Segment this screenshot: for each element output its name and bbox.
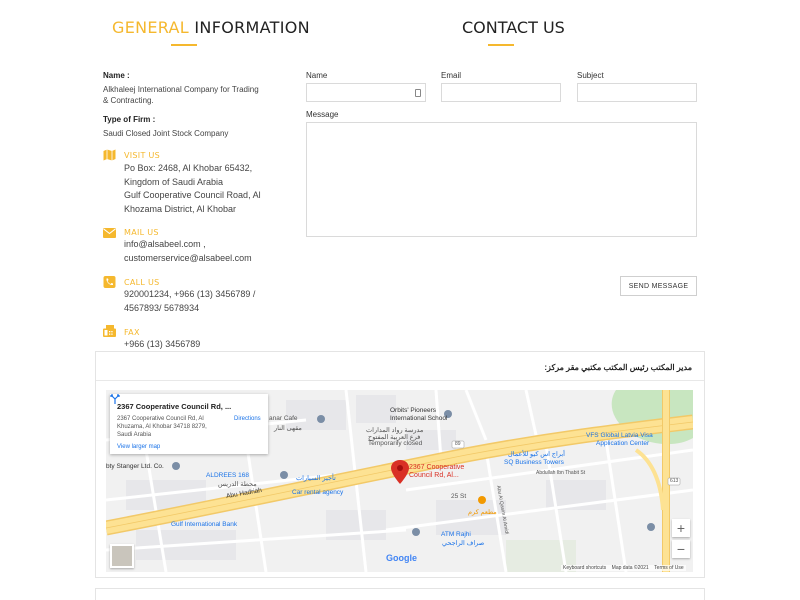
map-label: مطعم كرم (468, 509, 497, 516)
contact-title-underline (488, 44, 514, 46)
map-icon (103, 149, 116, 161)
subject-input[interactable] (577, 83, 697, 102)
map-label: ATM Rajhi (441, 531, 471, 538)
name-field-label: Name (306, 71, 328, 80)
address-line: Kingdom of Saudi Arabia (124, 176, 224, 187)
mail-us-emails: info@alsabeel.com , customerservice@alsa… (124, 238, 252, 265)
title-rest: INFORMATION (194, 18, 310, 37)
visit-us-heading: VISIT US (124, 151, 161, 160)
map-label: ALDREES 168 (206, 472, 249, 479)
map-label: صراف الراجحي (442, 540, 485, 547)
call-us-heading: CALL US (124, 278, 160, 287)
marker-label-line: 2367 Cooperative (409, 464, 465, 471)
title-accent: GENERAL (112, 18, 190, 37)
marker-label: 2367 Cooperative Council Rd, Al... (409, 464, 464, 480)
terms-link[interactable]: Terms of Use (654, 565, 683, 571)
email-field-label: Email (441, 71, 462, 80)
message-field-label: Message (306, 110, 339, 119)
firm-type-label: Type of Firm : (103, 115, 156, 124)
map-data-text: Map data ©2021 (611, 565, 649, 571)
email-line: customerservice@alsabeel.com (124, 252, 252, 263)
map-label: SQ Business Towers (504, 459, 564, 466)
address-line: Po Box: 2468, Al Khobar 65432, (124, 163, 253, 173)
map-card-divider (96, 380, 704, 381)
map-label: Gulf International Bank (171, 521, 238, 528)
view-larger-map-link[interactable]: View larger map (117, 444, 160, 450)
map-label: Orbits' Pioneers (390, 407, 437, 414)
general-title-underline (171, 44, 197, 46)
general-information-title: GENERAL INFORMATION (112, 18, 310, 37)
company-name-line1: Alkhaleej International Company for Trad… (103, 85, 259, 94)
map-label: أبراج اس كيو للأعمال (508, 451, 565, 458)
map-label: bty Stanger Ltd. Co. (106, 463, 164, 470)
map-attribution: Keyboard shortcuts Map data ©2021 Terms … (561, 565, 686, 571)
google-logo-text: Google (386, 553, 417, 563)
place-info-card: 2367 Cooperative Council Rd, ... 2367 Co… (110, 394, 268, 454)
envelope-icon (103, 228, 116, 238)
google-logo: Google (386, 553, 417, 563)
contact-us-title: CONTACT US (462, 18, 565, 37)
map-label: International School (390, 415, 448, 422)
map-label: anar Cafe (269, 415, 298, 422)
address-line: Khozama District, Al Khobar (124, 203, 237, 214)
call-us-numbers: 920001234, +966 (13) 3456789 / 4567893/ … (124, 288, 255, 315)
map-label: Temporarily closed (368, 440, 423, 447)
email-input[interactable] (441, 83, 561, 102)
next-section-card (95, 588, 705, 600)
route-shield-label: 89 (455, 441, 461, 447)
visit-us-address: Po Box: 2468, Al Khobar 65432, Kingdom o… (124, 162, 261, 216)
subject-field-label: Subject (577, 71, 604, 80)
fax-icon (103, 325, 116, 337)
satellite-toggle[interactable] (110, 544, 134, 568)
embedded-map[interactable]: 2367 Cooperative Council Rd, ... 2367 Co… (106, 390, 693, 572)
message-textarea[interactable] (306, 122, 697, 237)
zoom-out-button[interactable]: − (672, 540, 690, 558)
autofill-icon (415, 89, 421, 97)
keyboard-shortcuts-link[interactable]: Keyboard shortcuts (563, 565, 606, 571)
email-line: info@alsabeel.com , (124, 239, 206, 249)
directions-link[interactable]: Directions (234, 416, 261, 422)
mail-us-heading: MAIL US (124, 228, 159, 237)
phone-icon (103, 276, 116, 288)
phone-line: 920001234, +966 (13) 3456789 / (124, 289, 256, 299)
map-label: مقهى النار (274, 425, 302, 432)
office-header: مدير المكتب رئيس المكتب مكتبي مقر مركز: (544, 363, 692, 372)
company-name-line2: & Contracting. (103, 96, 154, 105)
zoom-in-button[interactable]: + (672, 519, 690, 537)
name-label: Name : (103, 71, 130, 80)
firm-type-value: Saudi Closed Joint Stock Company (103, 129, 229, 138)
road-label: 25 St (451, 493, 467, 500)
place-title: 2367 Cooperative Council Rd, ... (117, 402, 232, 411)
map-label: تأجير السيارات (296, 475, 336, 482)
phone-line: 4567893/ 5678934 (124, 302, 200, 313)
directions-icon[interactable] (110, 394, 120, 404)
map-label: محطة الدريس (218, 481, 257, 488)
road-label: Abdullah Ibn Thabit St (536, 470, 586, 476)
map-label: Car rental agency (292, 489, 344, 496)
fax-heading: FAX (124, 328, 140, 337)
name-input[interactable] (306, 83, 426, 102)
map-label: Application Center (596, 440, 650, 447)
route-shield-label: 613 (670, 478, 679, 484)
marker-label-line: Council Rd, Al... (409, 472, 459, 479)
map-label: VFS Global Latvia Visa (586, 432, 653, 439)
fax-number: +966 (13) 3456789 (124, 339, 201, 349)
send-message-button[interactable]: SEND MESSAGE (620, 276, 697, 296)
address-line: Gulf Cooperative Council Road, Al (124, 190, 261, 200)
place-address: 2367 Cooperative Council Rd, Al Khuzama,… (117, 416, 207, 438)
